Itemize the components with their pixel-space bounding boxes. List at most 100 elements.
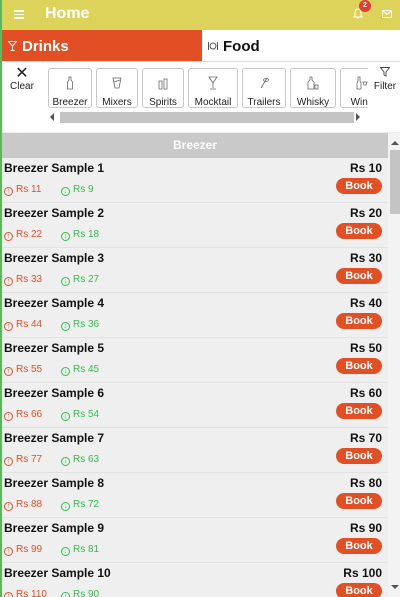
price-down-value: Rs 72: [73, 499, 100, 510]
list-item[interactable]: Breezer Sample 1 Rs 10 ↑ Rs 11 ↓ Rs 9 Book: [2, 158, 388, 203]
category-label: Breezer: [52, 97, 88, 108]
scroll-left-icon[interactable]: [50, 113, 54, 121]
book-button[interactable]: Book: [336, 268, 382, 284]
item-name: Breezer Sample 10: [4, 566, 111, 580]
price-down-value: Rs 9: [73, 184, 94, 195]
arrow-down-icon: ↓: [61, 412, 70, 421]
price-up: ↑ Rs 33: [4, 274, 42, 286]
spirits-icon: [158, 78, 168, 90]
list-scrollbar[interactable]: [388, 133, 400, 597]
price-down: ↓ Rs 81: [61, 544, 99, 556]
list-item[interactable]: Breezer Sample 3 Rs 30 ↑ Rs 33 ↓ Rs 27 Book: [2, 248, 388, 293]
scrollbar-thumb[interactable]: [390, 150, 400, 214]
tab-drinks[interactable]: Drinks: [2, 30, 202, 61]
book-button[interactable]: Book: [336, 583, 382, 597]
price-up: ↑ Rs 22: [4, 229, 42, 241]
price-up-value: Rs 22: [16, 229, 43, 240]
item-name: Breezer Sample 3: [4, 251, 105, 265]
list-item[interactable]: Breezer Sample 2 Rs 20 ↑ Rs 22 ↓ Rs 18 Book: [2, 203, 388, 248]
price-up-value: Rs 77: [16, 454, 43, 465]
product-list: Breezer Sample 1 Rs 10 ↑ Rs 11 ↓ Rs 9 Book Bree…: [2, 158, 388, 597]
list-item[interactable]: Breezer Sample 4 Rs 40 ↑ Rs 44 ↓ Rs 36 Book: [2, 293, 388, 338]
wine-icon: [356, 76, 368, 90]
book-button[interactable]: Book: [336, 358, 382, 374]
price-down-value: Rs 36: [73, 319, 100, 330]
list-item[interactable]: Breezer Sample 9 Rs 90 ↑ Rs 99 ↓ Rs 81 Book: [2, 518, 388, 563]
category-label: Mixers: [102, 97, 132, 108]
tab-food[interactable]: Food: [202, 30, 400, 61]
arrow-down-icon: ↓: [61, 502, 70, 511]
arrow-down-icon: ↓: [61, 457, 70, 466]
book-button[interactable]: Book: [336, 448, 382, 464]
item-price: Rs 40: [349, 296, 382, 310]
section-header: Breezer: [2, 133, 388, 158]
scrollbar-thumb[interactable]: [60, 112, 354, 123]
list-item[interactable]: Breezer Sample 6 Rs 60 ↑ Rs 66 ↓ Rs 54 Book: [2, 383, 388, 428]
mixers-icon: [112, 77, 122, 89]
book-button[interactable]: Book: [336, 538, 382, 554]
trailers-icon: [260, 77, 269, 89]
clear-button[interactable]: ✕ Clear: [10, 65, 34, 93]
scroll-up-icon[interactable]: [391, 141, 399, 145]
mocktail-icon: [208, 76, 218, 90]
book-button[interactable]: Book: [336, 223, 382, 239]
price-down: ↓ Rs 72: [61, 499, 99, 511]
book-button[interactable]: Book: [336, 178, 382, 194]
category-whisky[interactable]: Whisky: [290, 68, 336, 108]
scroll-down-icon[interactable]: [391, 585, 399, 589]
list-item[interactable]: Breezer Sample 10 Rs 100 ↑ Rs 110 ↓ Rs 90 Book: [2, 563, 388, 597]
book-button[interactable]: Book: [336, 313, 382, 329]
item-price: Rs 90: [349, 521, 382, 535]
bottle-icon: [67, 76, 73, 90]
list-item[interactable]: Breezer Sample 7 Rs 70 ↑ Rs 77 ↓ Rs 63 Book: [2, 428, 388, 473]
price-up-value: Rs 11: [16, 184, 42, 195]
item-price: Rs 20: [349, 206, 382, 220]
clear-label: Clear: [10, 81, 34, 92]
arrow-up-icon: ↑: [4, 232, 13, 241]
list-item[interactable]: Breezer Sample 5 Rs 50 ↑ Rs 55 ↓ Rs 45 Book: [2, 338, 388, 383]
category-spirits[interactable]: Spirits: [142, 68, 184, 108]
mail-icon[interactable]: [382, 10, 392, 18]
category-mixers[interactable]: Mixers: [96, 68, 138, 108]
app-frame: Home 2 Drinks Food ✕ Clear Breezer Mixer…: [0, 0, 400, 597]
price-up: ↑ Rs 11: [4, 184, 41, 196]
book-button[interactable]: Book: [336, 493, 382, 509]
price-down: ↓ Rs 36: [61, 319, 99, 331]
price-up: ↑ Rs 110: [4, 589, 47, 597]
price-up-value: Rs 44: [16, 319, 43, 330]
food-icon: [208, 42, 218, 50]
price-down: ↓ Rs 9: [61, 184, 94, 196]
arrow-up-icon: ↑: [4, 187, 13, 196]
category-label: Spirits: [149, 97, 177, 108]
category-wine[interactable]: Wine: [340, 68, 368, 108]
price-down: ↓ Rs 90: [61, 589, 99, 597]
whisky-icon: [307, 76, 319, 90]
item-price: Rs 50: [349, 341, 382, 355]
category-scrollbar[interactable]: [46, 111, 368, 124]
category-trailers[interactable]: Trailers: [242, 68, 286, 108]
price-up-value: Rs 88: [16, 499, 43, 510]
item-name: Breezer Sample 7: [4, 431, 105, 445]
arrow-down-icon: ↓: [61, 547, 70, 556]
arrow-up-icon: ↑: [4, 592, 13, 597]
category-breezer[interactable]: Breezer: [48, 68, 92, 108]
list-item[interactable]: Breezer Sample 8 Rs 80 ↑ Rs 88 ↓ Rs 72 Book: [2, 473, 388, 518]
price-up-value: Rs 55: [16, 364, 43, 375]
filter-button[interactable]: Filter: [372, 67, 398, 92]
item-name: Breezer Sample 5: [4, 341, 105, 355]
price-up: ↑ Rs 55: [4, 364, 42, 376]
arrow-up-icon: ↑: [4, 412, 13, 421]
book-button[interactable]: Book: [336, 403, 382, 419]
price-up: ↑ Rs 77: [4, 454, 42, 466]
category-bar: ✕ Clear Breezer Mixers Spirits Mocktail: [2, 62, 400, 132]
price-down-value: Rs 90: [73, 589, 100, 597]
menu-icon[interactable]: [14, 10, 24, 19]
category-label: Mocktail: [194, 97, 232, 108]
category-scroller[interactable]: Breezer Mixers Spirits Mocktail Trailers…: [46, 68, 368, 110]
scroll-right-icon[interactable]: [356, 113, 360, 121]
item-name: Breezer Sample 8: [4, 476, 105, 490]
item-name: Breezer Sample 9: [4, 521, 105, 535]
arrow-down-icon: ↓: [61, 322, 70, 331]
close-icon: ✕: [15, 65, 29, 82]
category-mocktail[interactable]: Mocktail: [188, 68, 238, 108]
